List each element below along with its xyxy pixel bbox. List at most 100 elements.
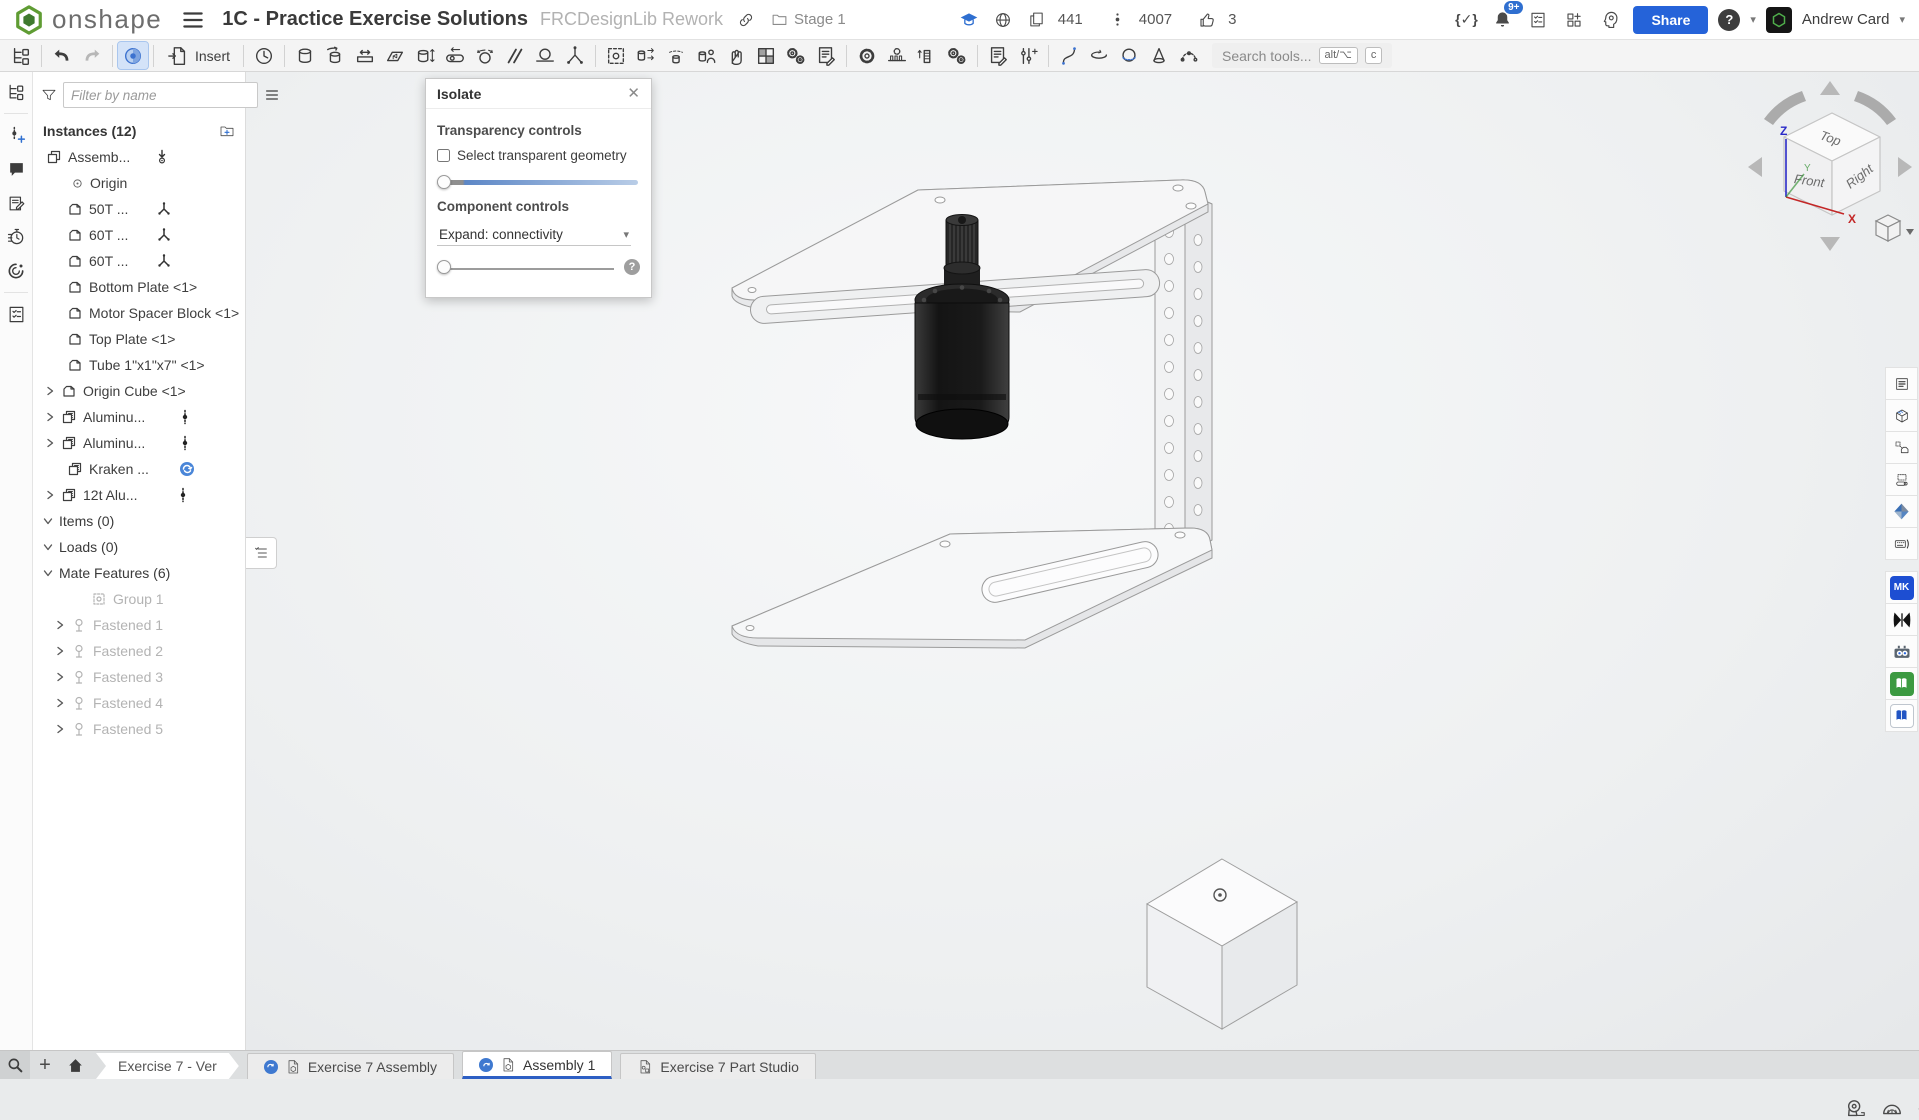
expand-chevron-icon[interactable] — [55, 698, 65, 708]
shortcut-keys-icon[interactable] — [1885, 527, 1918, 560]
mkcad-app-icon[interactable]: MK — [1885, 571, 1918, 604]
filter-input[interactable] — [63, 82, 258, 108]
instances-section-header[interactable]: Instances (12) — [33, 118, 245, 144]
expand-distance-slider[interactable]: ? — [437, 260, 640, 274]
select-transparent-checkbox[interactable] — [437, 149, 450, 162]
tab-exercise-7-assembly[interactable]: Exercise 7 Assembly — [247, 1053, 454, 1079]
expand-chevron-icon[interactable] — [45, 386, 55, 396]
avatar[interactable] — [1766, 7, 1792, 33]
tab-assembly-1[interactable]: Assembly 1 — [462, 1051, 612, 1079]
robot-app-icon[interactable] — [1885, 635, 1918, 668]
rotate-right-icon[interactable] — [1898, 157, 1912, 177]
crown-tool-button[interactable] — [1174, 42, 1204, 69]
app-store-icon[interactable] — [1561, 7, 1587, 33]
redo-button[interactable] — [77, 42, 107, 69]
dof-badge-icon[interactable] — [177, 409, 193, 425]
dof-badge-icon[interactable] — [177, 435, 193, 451]
configurations-button[interactable] — [1013, 42, 1043, 69]
mate-connector-badge-icon[interactable] — [156, 201, 172, 217]
rack-pinion-relation-button[interactable] — [882, 42, 912, 69]
followers-icon[interactable] — [1105, 7, 1131, 33]
instances-panel-toggle-button[interactable] — [6, 42, 36, 69]
expand-chevron-icon[interactable] — [55, 646, 65, 656]
mate-fastened-button[interactable] — [290, 42, 320, 69]
expand-chevron-icon[interactable] — [45, 438, 55, 448]
named-views-button[interactable] — [811, 42, 841, 69]
gear-relation-button[interactable] — [852, 42, 882, 69]
mate-tangent-button[interactable] — [530, 42, 560, 69]
insert-button[interactable]: Insert — [159, 42, 238, 69]
tab-exercise-7-part-studio[interactable]: Exercise 7 Part Studio — [620, 1053, 816, 1079]
mate-connector-badge-icon[interactable] — [156, 253, 172, 269]
notifications-bell-icon[interactable]: 9+ — [1489, 7, 1515, 33]
expand-chevron-icon[interactable] — [55, 672, 65, 682]
mate-cylindrical-button[interactable] — [410, 42, 440, 69]
linear-pattern-button[interactable] — [631, 42, 661, 69]
collapse-chevron-icon[interactable] — [43, 542, 53, 552]
replicate-button[interactable] — [691, 42, 721, 69]
rotate-up-icon[interactable] — [1820, 81, 1840, 95]
version-flag-tab[interactable]: Exercise 7 - Ver — [96, 1053, 239, 1079]
mate-features-section-header[interactable]: Mate Features (6) — [33, 560, 245, 586]
library-green-app-icon[interactable] — [1885, 667, 1918, 700]
items-section-header[interactable]: Items (0) — [33, 508, 245, 534]
share-button[interactable]: Share — [1633, 6, 1708, 34]
tree-item-aluminum-2[interactable]: Aluminu... — [33, 430, 245, 456]
tree-item-kraken-motor[interactable]: Kraken ... — [33, 456, 245, 482]
expand-chevron-icon[interactable] — [55, 724, 65, 734]
mate-ball-button[interactable] — [470, 42, 500, 69]
help-icon[interactable]: ? — [1718, 9, 1740, 31]
new-tab-button[interactable]: + — [30, 1051, 60, 1079]
loads-section-header[interactable]: Loads (0) — [33, 534, 245, 560]
home-tab-icon[interactable] — [60, 1051, 90, 1079]
mate-planar-button[interactable] — [380, 42, 410, 69]
library-blue-app-icon[interactable] — [1885, 699, 1918, 732]
tree-item-top-plate[interactable]: Top Plate <1> — [33, 326, 245, 352]
tree-item-tube[interactable]: Tube 1"x1"x7" <1> — [33, 352, 245, 378]
tree-item-fastened-5[interactable]: Fastened 5 — [33, 716, 245, 742]
tree-item-aluminum-1[interactable]: Aluminu... — [33, 404, 245, 430]
tree-item-50t-gear[interactable]: 50T ... — [33, 196, 245, 222]
mate-connector-button[interactable] — [560, 42, 590, 69]
transparency-slider-handle[interactable] — [437, 175, 451, 189]
structure-tree-icon[interactable] — [3, 79, 29, 105]
undo-button[interactable] — [47, 42, 77, 69]
learning-center-icon[interactable] — [1597, 7, 1623, 33]
snap-mode-button[interactable] — [721, 42, 751, 69]
tree-item-bottom-plate[interactable]: Bottom Plate <1> — [33, 274, 245, 300]
tree-item-60t-gear-2[interactable]: 60T ... — [33, 248, 245, 274]
collapse-chevron-icon[interactable] — [43, 568, 53, 578]
add-mate-connector-icon[interactable] — [3, 122, 29, 148]
comments-icon[interactable] — [3, 156, 29, 182]
display-states-button[interactable] — [983, 42, 1013, 69]
isolate-tool-button[interactable] — [118, 42, 148, 69]
derived-part-icon[interactable] — [1885, 431, 1918, 464]
filter-funnel-icon[interactable] — [41, 87, 57, 103]
notes-panel-icon[interactable] — [1885, 367, 1918, 400]
select-transparent-geometry-row[interactable]: Select transparent geometry — [437, 148, 640, 163]
close-icon[interactable]: ✕ — [627, 86, 640, 101]
tree-item-fastened-4[interactable]: Fastened 4 — [33, 690, 245, 716]
likes-icon[interactable] — [1194, 7, 1220, 33]
breadcrumb[interactable]: Stage 1 — [771, 11, 846, 28]
user-menu-caret-icon[interactable]: ▾ — [1899, 13, 1905, 26]
expand-chevron-icon[interactable] — [55, 620, 65, 630]
tree-item-root-assembly[interactable]: Assemb... — [33, 144, 245, 170]
rotate-left-icon[interactable] — [1748, 157, 1762, 177]
bom-cube-icon[interactable] — [1885, 399, 1918, 432]
graphics-viewport[interactable] — [33, 72, 1919, 1050]
onshape-logo-icon[interactable] — [14, 5, 44, 35]
circular-pattern-button[interactable] — [661, 42, 691, 69]
mate-revolute-button[interactable] — [320, 42, 350, 69]
revolute-dof-badge-icon[interactable] — [179, 461, 195, 477]
cone-tool-button[interactable] — [1144, 42, 1174, 69]
butterfly-app-icon[interactable] — [1885, 603, 1918, 636]
linear-relation-button[interactable] — [942, 42, 972, 69]
sphere-tool-button[interactable] — [1114, 42, 1144, 69]
tree-item-fastened-1[interactable]: Fastened 1 — [33, 612, 245, 638]
group-button[interactable] — [601, 42, 631, 69]
slot-tool-icon[interactable] — [1885, 463, 1918, 496]
mate-parallel-button[interactable] — [500, 42, 530, 69]
version-search-icon[interactable] — [3, 258, 29, 284]
hamburger-menu-icon[interactable] — [180, 7, 206, 33]
